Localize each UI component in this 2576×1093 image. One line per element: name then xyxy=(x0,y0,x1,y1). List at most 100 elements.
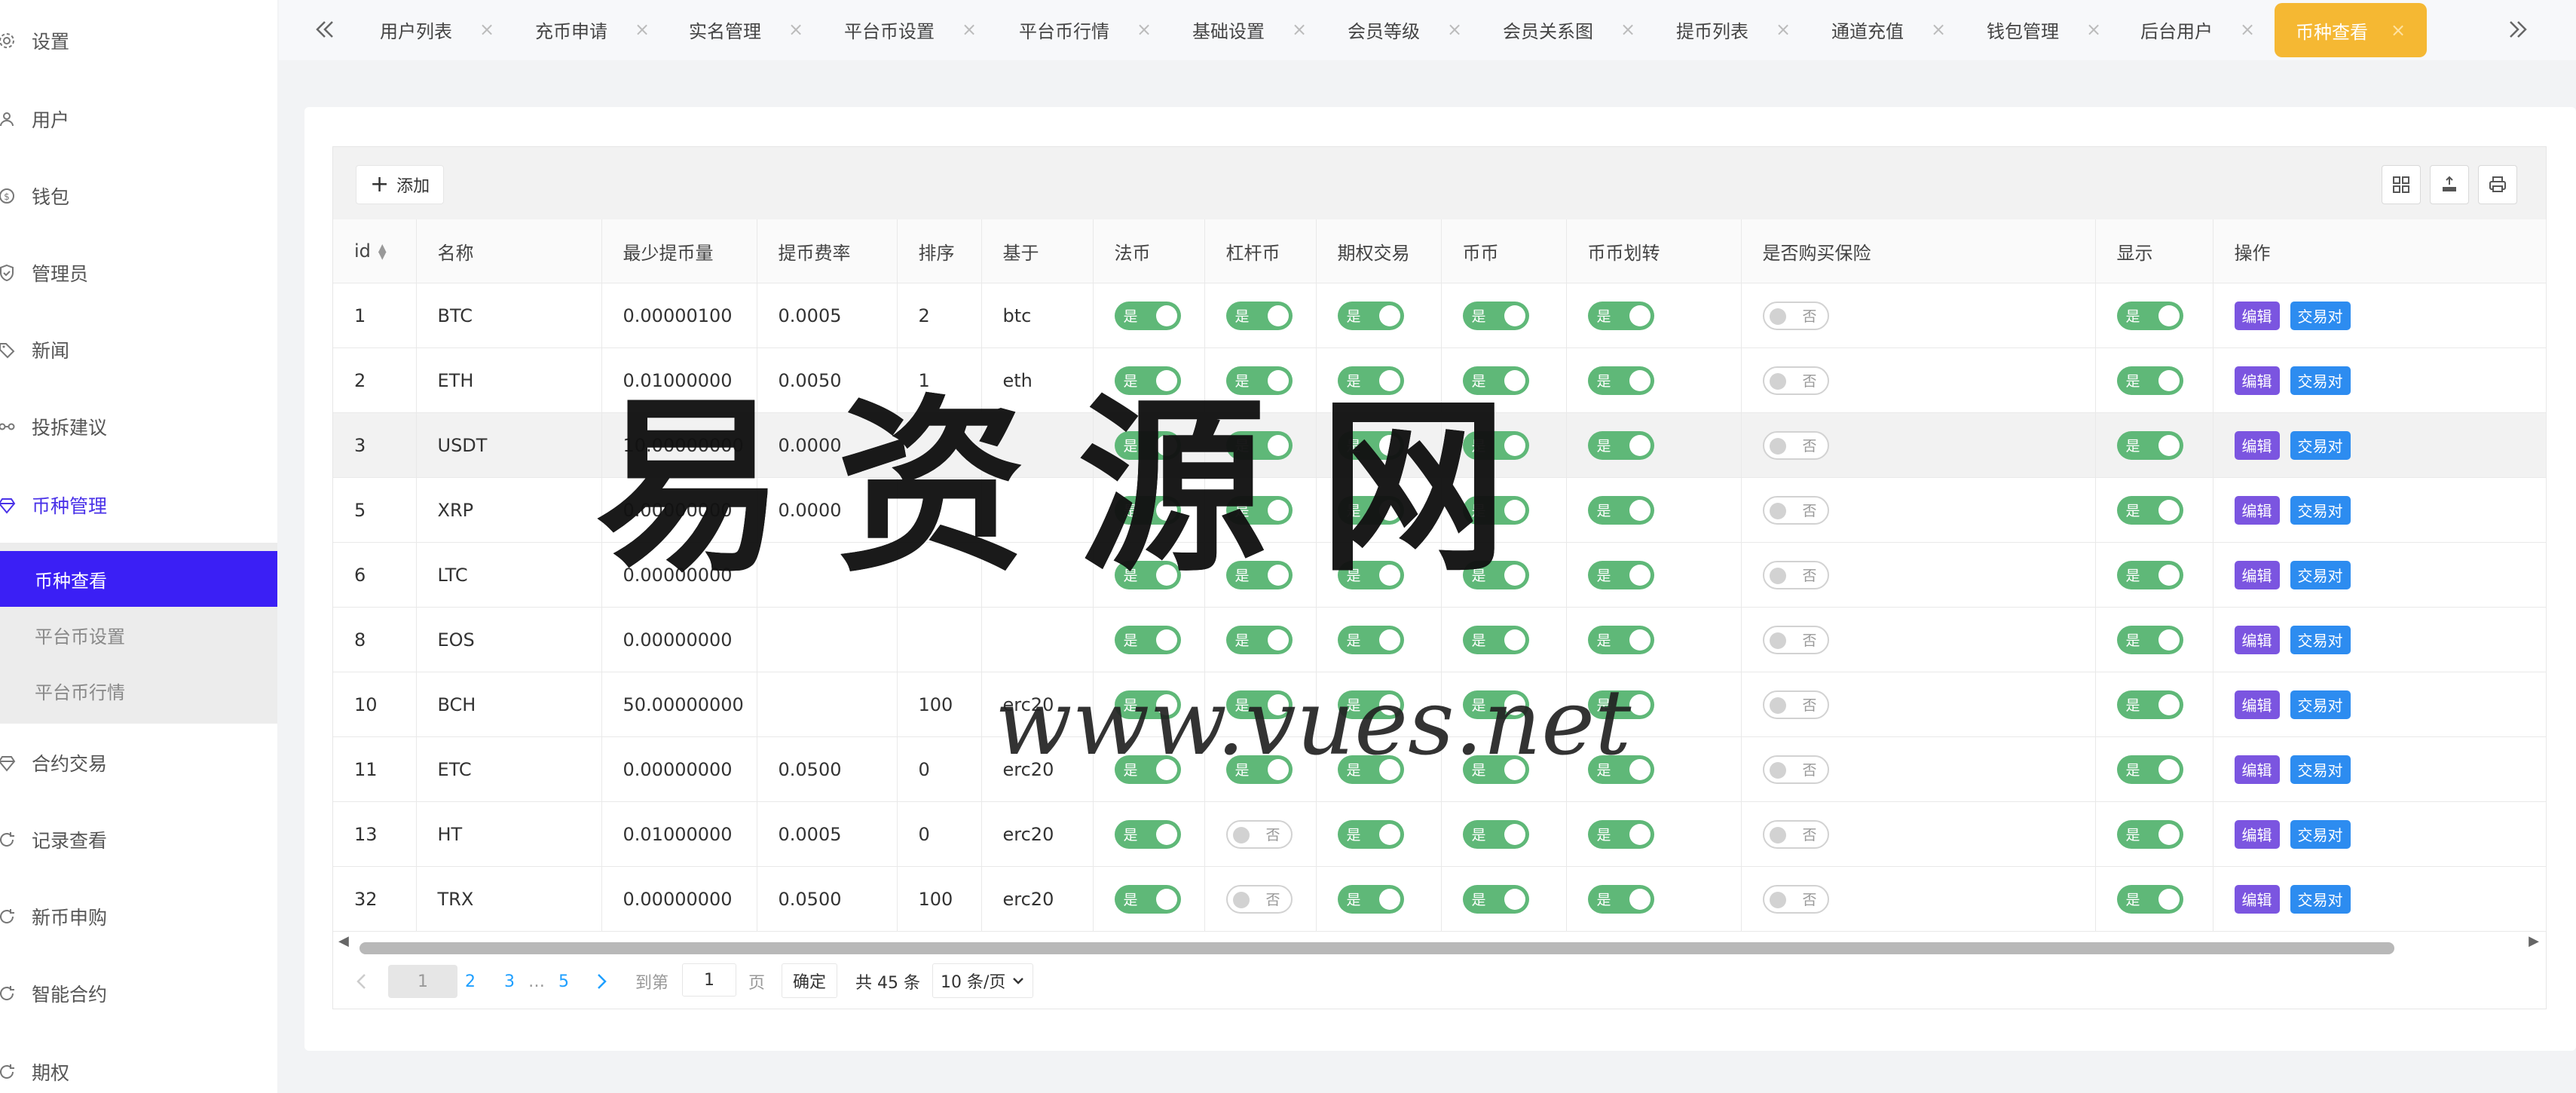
sidebar-item-contract-trading[interactable]: 合约交易 xyxy=(0,742,277,784)
close-icon[interactable]: × xyxy=(2240,19,2255,40)
leverage-switch-on[interactable]: 是 xyxy=(1225,625,1293,654)
page-button[interactable]: 2 xyxy=(457,965,483,998)
insurance-switch-off[interactable]: 否 xyxy=(1762,301,1829,330)
display-switch-on[interactable]: 是 xyxy=(2116,884,2183,914)
submenu-item-platform-coin-market[interactable]: 平台币行情 xyxy=(0,663,277,718)
display-switch-on[interactable]: 是 xyxy=(2116,690,2183,719)
trading-pair-button[interactable]: 交易对 xyxy=(2290,755,2351,784)
tab-platform-coin-market[interactable]: 平台币行情 × xyxy=(1019,11,1152,48)
trading-pair-button[interactable]: 交易对 xyxy=(2290,430,2351,460)
sidebar-item-new-coin-subscription[interactable]: 新币申购 xyxy=(0,896,277,938)
print-button[interactable] xyxy=(2478,165,2517,204)
options-trading-switch-on[interactable]: 是 xyxy=(1337,301,1404,330)
prev-page-button[interactable] xyxy=(355,965,369,998)
scrollbar-track[interactable] xyxy=(359,936,2518,954)
close-icon[interactable]: × xyxy=(2391,20,2406,41)
display-switch-on[interactable]: 是 xyxy=(2116,430,2183,460)
trading-pair-button[interactable]: 交易对 xyxy=(2290,366,2351,395)
trading-pair-button[interactable]: 交易对 xyxy=(2290,625,2351,654)
close-icon[interactable]: × xyxy=(479,19,494,40)
sidebar-item-users[interactable]: 用户 xyxy=(0,98,277,140)
insurance-switch-off[interactable]: 否 xyxy=(1762,430,1829,460)
tab-channel-recharge[interactable]: 通道充值 × xyxy=(1831,11,1946,48)
edit-button[interactable]: 编辑 xyxy=(2234,884,2280,914)
leverage-switch-off[interactable]: 否 xyxy=(1225,884,1293,914)
coin-coin-switch-on[interactable]: 是 xyxy=(1462,884,1529,914)
trading-pair-button[interactable]: 交易对 xyxy=(2290,884,2351,914)
edit-button[interactable]: 编辑 xyxy=(2234,430,2280,460)
trading-pair-button[interactable]: 交易对 xyxy=(2290,819,2351,849)
add-button[interactable]: + 添加 xyxy=(356,165,445,204)
goto-confirm-button[interactable]: 确定 xyxy=(782,963,838,998)
fiat-switch-on[interactable]: 是 xyxy=(1114,625,1181,654)
horizontal-scrollbar[interactable]: ◀ ▶ xyxy=(332,930,2545,954)
insurance-switch-off[interactable]: 否 xyxy=(1762,884,1829,914)
close-icon[interactable]: × xyxy=(1447,19,1462,40)
coin-coin-switch-on[interactable]: 是 xyxy=(1462,819,1529,849)
close-icon[interactable]: × xyxy=(635,19,650,40)
coin-transfer-switch-on[interactable]: 是 xyxy=(1587,495,1654,525)
leverage-switch-off[interactable]: 否 xyxy=(1225,819,1293,849)
submenu-item-coin-view[interactable]: 币种查看 xyxy=(0,551,277,607)
page-button-current[interactable]: 1 xyxy=(388,965,457,998)
close-icon[interactable]: × xyxy=(1292,19,1307,40)
tab-coin-view[interactable]: 币种查看 × xyxy=(2275,3,2428,57)
tab-backend-users[interactable]: 后台用户 × xyxy=(2140,11,2255,48)
coin-transfer-switch-on[interactable]: 是 xyxy=(1587,366,1654,395)
close-icon[interactable]: × xyxy=(1776,19,1791,40)
column-header-id[interactable]: id ▲ ▼ xyxy=(333,219,417,283)
close-icon[interactable]: × xyxy=(1931,19,1946,40)
close-icon[interactable]: × xyxy=(1620,19,1635,40)
tab-user-list[interactable]: 用户列表 × xyxy=(380,11,494,48)
options-trading-switch-on[interactable]: 是 xyxy=(1337,819,1404,849)
sidebar-item-admins[interactable]: 管理员 xyxy=(0,252,277,294)
fiat-switch-on[interactable]: 是 xyxy=(1114,301,1181,330)
sidebar-item-wallet[interactable]: $ 钱包 xyxy=(0,175,277,217)
leverage-switch-on[interactable]: 是 xyxy=(1225,301,1293,330)
insurance-switch-off[interactable]: 否 xyxy=(1762,690,1829,719)
close-icon[interactable]: × xyxy=(1137,19,1152,40)
insurance-switch-off[interactable]: 否 xyxy=(1762,625,1829,654)
coin-transfer-switch-on[interactable]: 是 xyxy=(1587,884,1654,914)
insurance-switch-off[interactable]: 否 xyxy=(1762,819,1829,849)
coin-transfer-switch-on[interactable]: 是 xyxy=(1587,301,1654,330)
columns-filter-button[interactable] xyxy=(2382,165,2421,204)
page-button[interactable]: 5 xyxy=(551,965,577,998)
tab-basic-settings[interactable]: 基础设置 × xyxy=(1192,11,1307,48)
coin-coin-switch-on[interactable]: 是 xyxy=(1462,625,1529,654)
tab-platform-coin-settings[interactable]: 平台币设置 × xyxy=(844,11,977,48)
coin-transfer-switch-on[interactable]: 是 xyxy=(1587,430,1654,460)
page-button[interactable]: 3 xyxy=(497,965,522,998)
sidebar-item-records[interactable]: 记录查看 xyxy=(0,819,277,861)
edit-button[interactable]: 编辑 xyxy=(2234,690,2280,719)
trading-pair-button[interactable]: 交易对 xyxy=(2290,495,2351,525)
tabs-scroll-left-button[interactable] xyxy=(306,11,344,48)
sidebar-item-feedback[interactable]: 投拆建议 xyxy=(0,406,277,448)
tab-member-relations[interactable]: 会员关系图 × xyxy=(1503,11,1635,48)
edit-button[interactable]: 编辑 xyxy=(2234,301,2280,330)
display-switch-on[interactable]: 是 xyxy=(2116,366,2183,395)
trading-pair-button[interactable]: 交易对 xyxy=(2290,560,2351,589)
insurance-switch-off[interactable]: 否 xyxy=(1762,755,1829,784)
page-size-select[interactable]: 10 条/页 xyxy=(932,963,1034,998)
insurance-switch-off[interactable]: 否 xyxy=(1762,560,1829,589)
sidebar-item-settings[interactable]: 设置 xyxy=(0,20,277,62)
insurance-switch-off[interactable]: 否 xyxy=(1762,366,1829,395)
edit-button[interactable]: 编辑 xyxy=(2234,495,2280,525)
sidebar-item-options[interactable]: 期权 xyxy=(0,1051,277,1093)
fiat-switch-on[interactable]: 是 xyxy=(1114,819,1181,849)
display-switch-on[interactable]: 是 xyxy=(2116,560,2183,589)
edit-button[interactable]: 编辑 xyxy=(2234,755,2280,784)
tab-wallet-management[interactable]: 钱包管理 × xyxy=(1987,11,2101,48)
coin-transfer-switch-on[interactable]: 是 xyxy=(1587,625,1654,654)
tabs-scroll-right-button[interactable] xyxy=(2499,11,2537,48)
edit-button[interactable]: 编辑 xyxy=(2234,625,2280,654)
options-trading-switch-on[interactable]: 是 xyxy=(1337,625,1404,654)
edit-button[interactable]: 编辑 xyxy=(2234,560,2280,589)
close-icon[interactable]: × xyxy=(788,19,803,40)
tab-member-levels[interactable]: 会员等级 × xyxy=(1348,11,1462,48)
tab-kyc-management[interactable]: 实名管理 × xyxy=(689,11,803,48)
trading-pair-button[interactable]: 交易对 xyxy=(2290,690,2351,719)
close-icon[interactable]: × xyxy=(962,19,977,40)
tab-withdrawal-list[interactable]: 提币列表 × xyxy=(1676,11,1791,48)
